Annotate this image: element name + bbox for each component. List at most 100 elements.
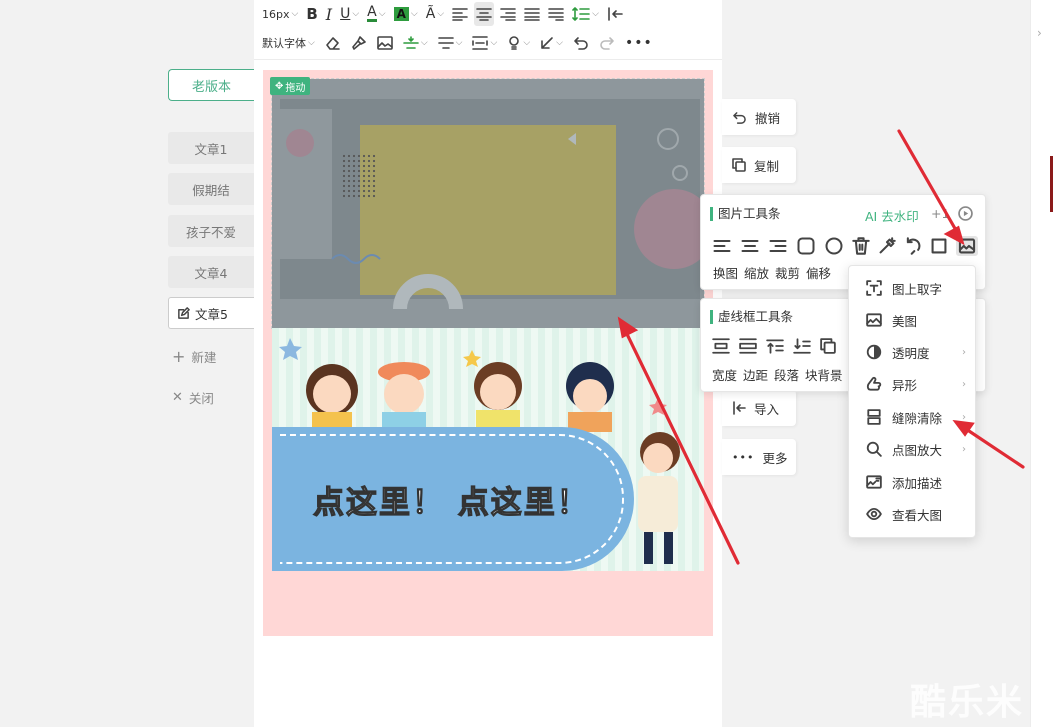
text-effect-button[interactable]: Ã ⌵ — [424, 2, 446, 26]
margin-button[interactable] — [739, 338, 757, 354]
vertical-align-button[interactable]: ⌵ — [401, 31, 430, 55]
reset-button[interactable] — [904, 237, 922, 255]
highlight-button[interactable]: A ⌵ — [392, 2, 420, 26]
menu-item-label: 美图 — [892, 313, 918, 329]
align-center-icon — [476, 8, 492, 21]
circle-crop-button[interactable] — [824, 237, 844, 255]
distribute-icon — [548, 8, 564, 21]
close-label: 关闭 — [188, 391, 214, 406]
paragraph-label[interactable]: 段落 — [774, 365, 799, 384]
undo-button[interactable] — [571, 31, 591, 55]
margin-icon — [739, 338, 757, 354]
image-align-right-button[interactable] — [768, 237, 788, 255]
margin-label[interactable]: 边距 — [743, 365, 768, 384]
image-more-button[interactable] — [956, 236, 978, 256]
highlight-icon: A — [393, 7, 409, 21]
italic-button[interactable]: I — [324, 2, 334, 26]
half-circle-icon — [866, 344, 882, 360]
border-button[interactable] — [930, 237, 948, 255]
spacing-button[interactable]: ⌵ — [470, 31, 499, 55]
article-tab-2[interactable]: 假期结 — [168, 173, 254, 205]
import-label: 导入 — [754, 401, 780, 417]
menu-item-shape[interactable]: 异形 › — [866, 372, 966, 396]
more-action-button[interactable]: ••• 更多 — [722, 439, 796, 475]
menu-item-label: 缝隙清除 — [892, 410, 943, 426]
menu-item-describe[interactable]: 添加描述 — [866, 470, 966, 494]
menu-item-label: 查看大图 — [892, 507, 943, 523]
image-icon — [866, 313, 882, 327]
width-label[interactable]: 宽度 — [712, 365, 737, 384]
crop-button[interactable]: 裁剪 — [775, 263, 800, 282]
menu-item-opacity[interactable]: 透明度 › — [866, 340, 966, 364]
rounded-corner-button[interactable] — [796, 237, 816, 255]
toolbar-row-2: 默认字体 ⌵ ⌵ ⌵ ⌵ ⌵ ⌵ ••• — [254, 29, 722, 57]
exit-button[interactable] — [605, 2, 625, 26]
menu-item-label: 图上取字 — [892, 281, 943, 297]
article-tab-label: 文章5 — [195, 306, 228, 322]
line-height-button[interactable]: ⌵ — [570, 2, 601, 26]
wireframe-toolbar-icons — [712, 338, 836, 354]
right-side-panel: › — [1030, 0, 1053, 727]
undo-icon — [733, 111, 746, 124]
paragraph-down-button[interactable] — [793, 338, 811, 354]
play-button[interactable] — [958, 206, 973, 221]
menu-item-label: 点图放大 — [892, 442, 943, 458]
eraser-button[interactable] — [323, 31, 343, 55]
arrow-button[interactable]: ⌵ — [538, 31, 565, 55]
block-background-label[interactable]: 块背景 — [805, 365, 843, 384]
describe-icon — [866, 475, 882, 489]
gap-clear-icon — [867, 409, 881, 425]
offset-button[interactable]: 偏移 — [806, 263, 831, 282]
close-article-button[interactable]: ✕ 关闭 — [172, 388, 214, 407]
align-left-button[interactable] — [450, 2, 470, 26]
more-options-button[interactable]: ••• — [623, 31, 655, 55]
magic-wand-button[interactable] — [878, 237, 896, 255]
menu-item-view-large[interactable]: 查看大图 — [866, 502, 966, 526]
image-more-dropdown — [848, 265, 976, 538]
justify-icon — [524, 8, 540, 21]
replace-image-button[interactable]: 换图 — [713, 263, 738, 282]
underline-button[interactable]: U ⌵ — [338, 2, 361, 26]
old-version-button[interactable]: 老版本 — [168, 69, 254, 101]
copy-block-button[interactable] — [820, 338, 836, 354]
width-button[interactable] — [712, 338, 730, 354]
import-action-button[interactable]: 导入 — [722, 390, 796, 426]
font-color-button[interactable]: A ⌵ — [365, 2, 387, 26]
article-tab-label: 孩子不爱 — [185, 224, 236, 240]
font-family-select[interactable]: 默认字体 ⌵ — [260, 31, 317, 55]
article-tab-3[interactable]: 孩子不爱 — [168, 215, 254, 247]
justify-button[interactable] — [522, 2, 542, 26]
move-icon: ✥ — [275, 80, 284, 92]
menu-item-zoom[interactable]: 点图放大 › — [866, 437, 966, 461]
align-right-icon — [500, 8, 516, 21]
menu-item-ocr[interactable]: 图上取字 — [866, 276, 966, 300]
drag-handle[interactable]: ✥ 拖动 — [270, 77, 311, 95]
ai-watermark-button[interactable]: AI 去水印 — [865, 206, 919, 225]
article-tab-1[interactable]: 文章1 — [168, 132, 254, 164]
bulb-button[interactable]: ⌵ — [505, 31, 532, 55]
paragraph-up-button[interactable] — [766, 338, 784, 354]
font-family-value: 默认字体 — [262, 37, 306, 50]
align-right-button[interactable] — [498, 2, 518, 26]
menu-item-beautify[interactable]: 美图 — [866, 308, 966, 332]
article-tab-5-active[interactable]: 文章5 — [168, 297, 254, 329]
delete-image-button[interactable] — [852, 237, 870, 255]
scale-button[interactable]: 缩放 — [744, 263, 769, 282]
menu-item-gap-clear[interactable]: 缝隙清除 › — [866, 405, 966, 429]
distribute-button[interactable] — [546, 2, 566, 26]
copy-action-button[interactable]: 复制 — [722, 147, 796, 183]
format-brush-button[interactable] — [349, 31, 369, 55]
font-size-select[interactable]: 16px ⌵ — [260, 2, 300, 26]
align-center-button[interactable] — [474, 2, 495, 26]
article-tab-4[interactable]: 文章4 — [168, 256, 254, 288]
undo-action-button[interactable]: 撤销 — [722, 99, 796, 135]
insert-image-button[interactable] — [375, 31, 395, 55]
bold-button[interactable]: B — [304, 2, 319, 26]
image-align-left-button[interactable] — [712, 237, 732, 255]
redo-button[interactable] — [597, 31, 617, 55]
image-settings-icon — [958, 238, 976, 254]
strikethrough-button[interactable]: ⌵ — [436, 31, 465, 55]
image-align-center-button[interactable] — [740, 237, 760, 255]
square-icon — [931, 238, 947, 254]
new-article-button[interactable]: + 新建 — [172, 347, 216, 366]
